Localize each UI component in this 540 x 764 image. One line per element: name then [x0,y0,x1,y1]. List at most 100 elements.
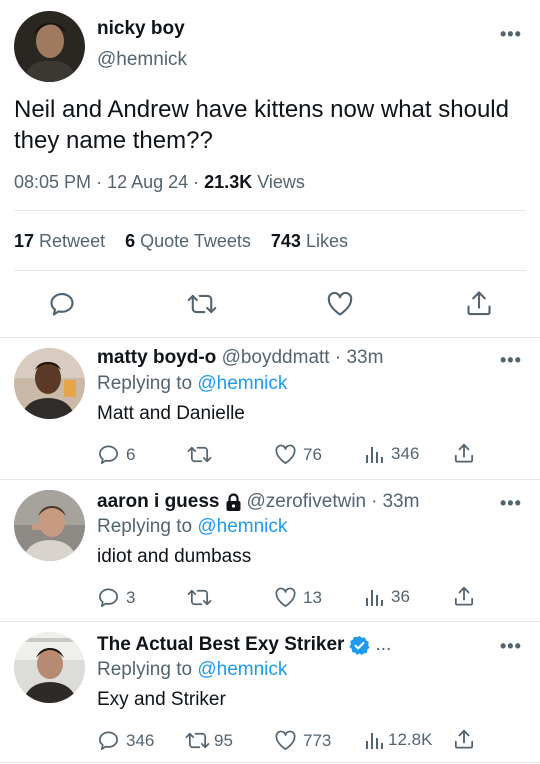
avatar[interactable] [14,490,85,561]
replying-label: Replying to [97,373,193,394]
author-name[interactable]: aaron i guess [97,491,220,513]
likes-stat[interactable]: 743 Likes [271,231,348,251]
retweet-button[interactable] [187,290,217,318]
reply-action-reply[interactable]: 3 [97,586,135,609]
avatar[interactable] [14,632,85,703]
reply-header: matty boyd-o @boyddmatt · 33m [97,347,383,369]
quotes-label: Quote Tweets [140,231,251,251]
heart-icon [275,444,296,464]
retweets-label: Retweet [39,231,106,251]
retweet-count: 95 [214,730,233,750]
separator-dot: · [193,172,205,192]
reply-count: 6 [126,444,136,464]
heart-icon [275,730,296,750]
reply-count: 346 [126,730,155,750]
reply-icon [99,731,118,750]
divider [0,762,540,763]
verified-badge-icon [349,635,370,655]
replying-to: Replying to @hemnick [97,373,287,395]
reply-action-retweet[interactable]: 95 [185,729,233,752]
divider [0,621,540,622]
like-count: 13 [303,587,322,607]
heart-icon [327,291,353,316]
like-count: 76 [303,444,322,464]
reply-action-share[interactable] [454,728,474,750]
separator-dot: · [96,172,108,192]
separator-dot: · [371,491,378,512]
reply-action-reply[interactable]: 346 [97,729,154,752]
reply-action-views[interactable]: 36 [365,587,410,607]
share-icon [454,443,474,463]
author-handle[interactable]: ... [375,634,391,656]
reply-button[interactable] [48,290,76,318]
retweets-stat[interactable]: 17 Retweet [14,231,105,251]
author-name[interactable]: The Actual Best Exy Striker [97,634,344,656]
author-name[interactable]: nicky boy [97,18,185,40]
like-button[interactable] [326,291,354,317]
more-options-icon[interactable]: ••• [500,493,522,514]
quotes-count: 6 [125,231,136,251]
reply-time[interactable]: 33m [346,347,383,368]
replying-to-link[interactable]: @hemnick [197,373,287,394]
divider [14,270,526,271]
retweets-count: 17 [14,231,35,251]
views-icon [366,590,383,606]
divider [0,337,540,338]
author-handle[interactable]: @hemnick [97,49,187,71]
views-icon [366,733,383,749]
reply-count: 3 [126,587,136,607]
reply-header: The Actual Best Exy Striker ... [97,634,391,656]
replying-to-link[interactable]: @hemnick [197,659,287,680]
reply-action-retweet[interactable] [187,443,218,466]
author-name[interactable]: matty boyd-o [97,347,216,368]
more-options-icon[interactable]: ••• [500,350,522,371]
share-icon [454,729,474,749]
reply-text: idiot and dumbass [97,546,252,567]
reply-text: Exy and Striker [97,689,226,710]
reply-action-share[interactable] [454,585,474,607]
replying-label: Replying to [97,516,193,537]
more-options-icon[interactable]: ••• [500,636,522,657]
more-options-icon[interactable]: ••• [500,24,522,45]
divider [14,210,526,211]
retweet-icon [185,732,210,749]
views-count: 36 [391,587,410,606]
author-handle[interactable]: @boyddmatt [222,347,330,368]
replying-to: Replying to @hemnick [97,516,287,538]
reply-text: Matt and Danielle [97,403,245,424]
reply-action-share[interactable] [454,442,474,464]
views-count: 21.3K [204,172,253,192]
replying-to-link[interactable]: @hemnick [197,516,287,537]
reply-action-like[interactable]: 76 [274,444,322,465]
reply-icon [50,293,74,316]
reply-action-views[interactable]: 12.8K [365,730,432,750]
heart-icon [275,587,296,607]
share-button[interactable] [466,289,492,317]
reply-action-like[interactable]: 773 [274,730,331,751]
retweet-icon [187,589,212,606]
reply-action-views[interactable]: 346 [365,444,419,464]
tweet-stats: 17 Retweet 6 Quote Tweets 743 Likes [14,231,348,252]
replying-to: Replying to @hemnick [97,659,287,681]
retweet-icon [187,294,217,314]
likes-label: Likes [305,231,348,251]
divider [0,479,540,480]
views-label: Views [257,172,305,192]
lock-icon [226,493,240,511]
share-icon [454,586,474,606]
avatar[interactable] [14,11,85,82]
separator-dot: · [334,347,342,368]
views-count: 12.8K [388,730,433,749]
tweet-time: 08:05 PM [14,172,92,192]
replying-label: Replying to [97,659,193,680]
reply-time[interactable]: 33m [382,491,419,513]
reply-action-like[interactable]: 13 [274,587,322,608]
quotes-stat[interactable]: 6 Quote Tweets [125,231,251,251]
avatar[interactable] [14,348,85,419]
likes-count: 743 [270,231,301,251]
author-handle[interactable]: @zerofivetwin [247,491,367,513]
reply-action-retweet[interactable] [187,586,218,609]
reply-icon [99,445,118,464]
retweet-icon [187,446,212,463]
reply-action-reply[interactable]: 6 [97,443,135,466]
